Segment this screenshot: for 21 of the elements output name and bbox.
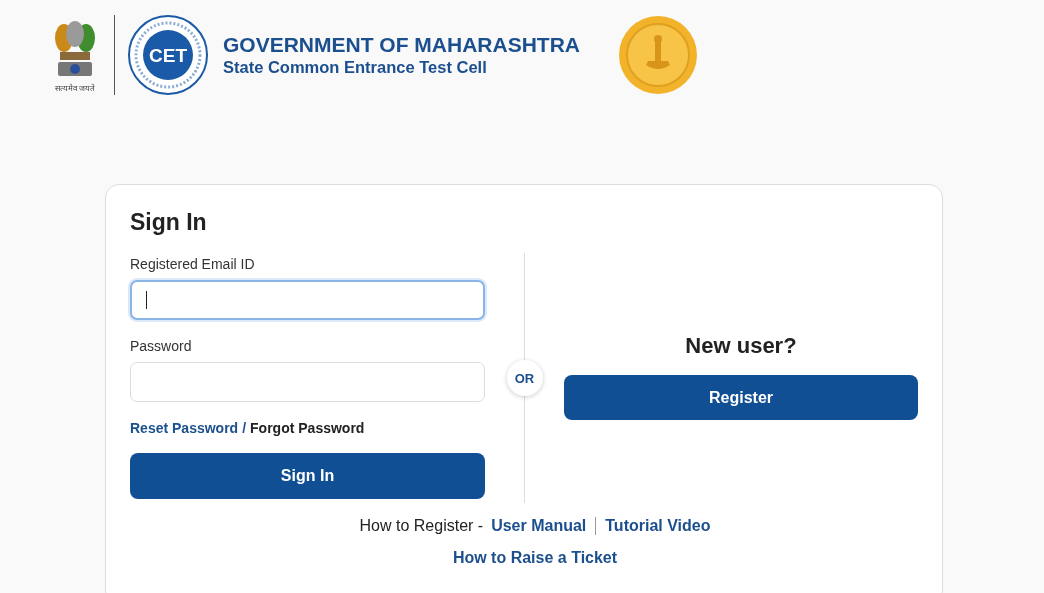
new-user-heading: New user? <box>685 333 797 359</box>
input-field[interactable] <box>130 362 485 402</box>
field-label: Password <box>130 338 193 354</box>
help-link[interactable]: Tutorial Video <box>605 517 711 535</box>
raise-ticket-link[interactable]: How to Raise a Ticket <box>452 549 618 567</box>
seal-icon <box>618 15 698 95</box>
help-link[interactable]: User Manual <box>491 517 587 535</box>
emblem-motto: सत्यमेव जयते <box>54 82 96 93</box>
or-badge: OR <box>506 360 543 396</box>
help-label: How to Register - <box>359 517 484 535</box>
sign-in-heading: Sign In <box>130 209 208 236</box>
field-label: Registered Email ID <box>130 256 256 272</box>
header-subtitle: State Common Entrance Test Cell <box>223 57 488 77</box>
register-button[interactable]: Register <box>564 375 918 420</box>
link-separator: / <box>242 420 247 436</box>
forgot-password-link[interactable]: Forgot Password <box>250 420 365 436</box>
header-title: GOVERNMENT OF MAHARASHTRA <box>223 33 580 57</box>
sign-in-button[interactable]: Sign In <box>130 453 485 499</box>
reset-password-link[interactable]: Reset Password <box>130 420 239 436</box>
cet-logo: CET <box>127 14 209 96</box>
input-field[interactable] <box>130 280 485 320</box>
